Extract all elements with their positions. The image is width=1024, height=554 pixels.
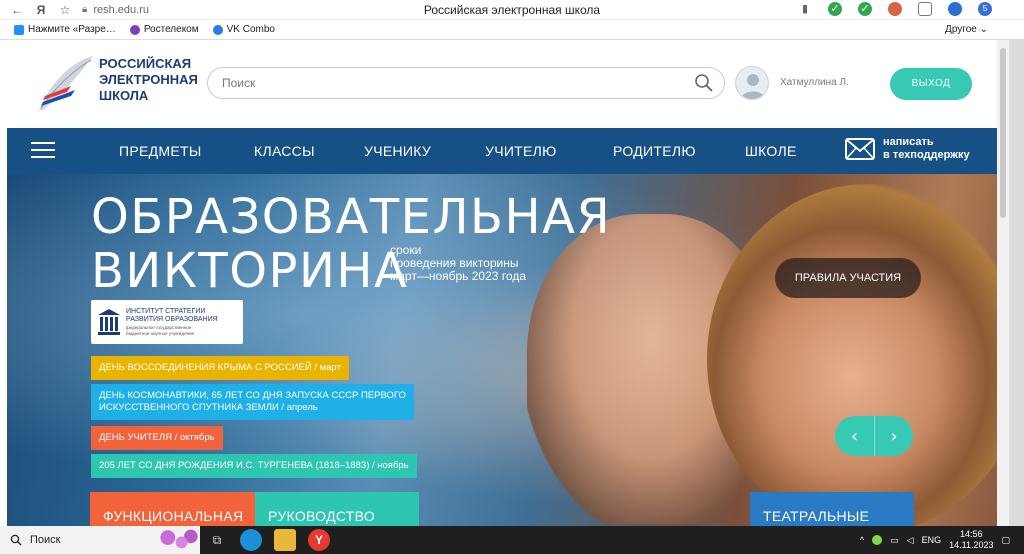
carousel-prev-button[interactable]: ‹: [835, 416, 874, 456]
tray-app-icon[interactable]: [872, 535, 883, 545]
support-link[interactable]: написать в техподдержку: [845, 136, 970, 162]
profile-icon[interactable]: 5: [978, 2, 992, 16]
mail-icon: [845, 138, 875, 160]
window-edge: [1009, 40, 1024, 526]
quiz-dates: сроки проведения викторины март—ноябрь 2…: [390, 243, 526, 283]
file-explorer-icon[interactable]: [274, 529, 296, 551]
nav-item-student[interactable]: УЧЕНИКУ: [364, 143, 431, 159]
language-indicator[interactable]: ENG: [922, 535, 942, 545]
edge-icon[interactable]: [240, 529, 262, 551]
user-name[interactable]: Хатмуллина Л.: [780, 77, 849, 88]
card-functional[interactable]: ФУНКЦИОНАЛЬНАЯ: [90, 492, 255, 526]
site-header: РОССИЙСКАЯ ЭЛЕКТРОННАЯ ШКОЛА Хатмуллина …: [7, 40, 997, 128]
yandex-browser-icon[interactable]: Y: [308, 529, 330, 551]
shield-check-icon[interactable]: ✓: [858, 2, 872, 16]
bookmark-favicon-icon: [14, 24, 24, 35]
windows-taskbar: Поиск ⧉ Y ^ ▭ ◁ ENG 14:56 14.11.2023 ▢: [0, 526, 1024, 554]
system-tray: ^ ▭ ◁ ENG 14:56 14.11.2023 ▢: [860, 529, 1010, 551]
shield-icon[interactable]: ✓: [828, 2, 842, 16]
carousel-next-button[interactable]: ›: [874, 416, 913, 456]
extension-icon[interactable]: [888, 2, 902, 16]
card-theatre[interactable]: ТЕАТРАЛЬНЫЕ: [750, 492, 914, 526]
taskbar-apps: ⧉ Y: [206, 529, 330, 551]
address-bar[interactable]: resh.edu.ru: [93, 4, 149, 16]
logout-button[interactable]: ВЫХОД: [890, 68, 972, 100]
institute-logo: ИНСТИТУТ СТРАТЕГИИ РАЗВИТИЯ ОБРАЗОВАНИЯ …: [91, 300, 243, 344]
page-scrollbar[interactable]: [997, 40, 1009, 526]
volume-icon[interactable]: ◁: [907, 535, 914, 546]
nav-item-teacher[interactable]: УЧИТЕЛЮ: [485, 143, 557, 159]
task-view-icon[interactable]: ⧉: [206, 529, 228, 551]
menu-hamburger-icon[interactable]: [31, 142, 55, 160]
lock-icon: 🔒︎: [82, 4, 88, 15]
search-icon[interactable]: [694, 73, 714, 93]
vk-icon: [212, 24, 223, 35]
other-bookmarks-button[interactable]: Другое ⌄: [945, 24, 988, 35]
card-guide[interactable]: РУКОВОДСТВО: [255, 492, 419, 526]
bookmark-item[interactable]: VK Combo: [212, 24, 275, 35]
bookmark-icon[interactable]: ▮: [798, 2, 812, 16]
browser-toolbar: ← Я ☆ 🔒︎ resh.edu.ru Российская электрон…: [0, 0, 1024, 20]
tag-crimea[interactable]: ДЕНЬ ВОССОЕДИНЕНИЯ КРЫМА С РОССИЕЙ / мар…: [91, 356, 349, 380]
scrollbar-thumb[interactable]: [1000, 48, 1006, 218]
taskbar-search[interactable]: Поиск: [0, 526, 200, 554]
translate-icon[interactable]: [918, 2, 932, 16]
hero-title: ОБРАЗОВАТЕЛЬНАЯ ВИКТОРИНА: [91, 189, 612, 299]
nav-item-parent[interactable]: РОДИТЕЛЮ: [613, 143, 696, 159]
tag-turgenev[interactable]: 205 ЛЕТ СО ДНЯ РОЖДЕНИЯ И.С. ТУРГЕНЕВА (…: [91, 454, 417, 478]
search-icon: [10, 534, 22, 546]
bookmark-item[interactable]: Ростелеком: [129, 24, 199, 35]
back-arrow-icon[interactable]: ←: [10, 3, 24, 17]
tag-cosmonautics[interactable]: ДЕНЬ КОСМОНАВТИКИ, 65 ЛЕТ СО ДНЯ ЗАПУСКА…: [91, 384, 414, 420]
search-highlight-image: [154, 528, 200, 552]
bookmarks-bar: Нажмите «Разре… Ростелеком VK Combo Друг…: [0, 20, 1024, 40]
user-avatar-icon: [741, 74, 765, 99]
avatar[interactable]: [735, 66, 769, 100]
extensions-bar: ▮ ✓ ✓ 5: [798, 2, 992, 16]
nav-item-school[interactable]: ШКОЛЕ: [745, 143, 797, 159]
main-nav: ПРЕДМЕТЫ КЛАССЫ УЧЕНИКУ УЧИТЕЛЮ РОДИТЕЛЮ…: [7, 128, 997, 174]
nav-item-subjects[interactable]: ПРЕДМЕТЫ: [119, 143, 202, 159]
vpn-icon[interactable]: [948, 2, 962, 16]
search-box: [207, 67, 725, 99]
clock[interactable]: 14:56 14.11.2023: [949, 529, 993, 551]
network-icon[interactable]: ▭: [890, 535, 899, 546]
institute-building-icon: [98, 309, 120, 335]
bookmark-page-icon[interactable]: ☆: [58, 3, 72, 17]
rules-button[interactable]: ПРАВИЛА УЧАСТИЯ: [775, 258, 921, 298]
site-viewport: РОССИЙСКАЯ ЭЛЕКТРОННАЯ ШКОЛА Хатмуллина …: [7, 40, 997, 526]
notification-icon[interactable]: ▢: [1001, 535, 1010, 546]
rostelecom-icon: [129, 24, 140, 35]
search-input[interactable]: [222, 76, 682, 90]
site-logo-text[interactable]: РОССИЙСКАЯ ЭЛЕКТРОННАЯ ШКОЛА: [99, 56, 198, 104]
hero-banner[interactable]: ОБРАЗОВАТЕЛЬНАЯ ВИКТОРИНА сроки проведен…: [7, 174, 997, 526]
tag-teacher-day[interactable]: ДЕНЬ УЧИТЕЛЯ / октябрь: [91, 426, 223, 450]
feather-logo-icon[interactable]: [31, 52, 97, 114]
chevron-up-icon[interactable]: ^: [860, 535, 864, 545]
nav-item-classes[interactable]: КЛАССЫ: [254, 143, 315, 159]
carousel-arrows: ‹ ›: [835, 416, 913, 456]
bookmark-item[interactable]: Нажмите «Разре…: [14, 24, 116, 35]
yandex-icon[interactable]: Я: [34, 3, 48, 17]
